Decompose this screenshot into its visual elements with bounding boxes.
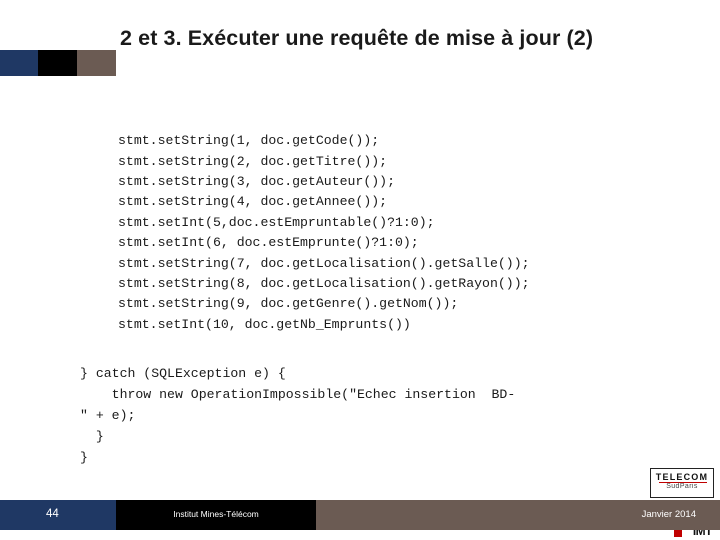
page-title: 2 et 3. Exécuter une requête de mise à j… [120,26,594,50]
footer-date: Janvier 2014 [641,509,696,520]
footer-right-band: Janvier 2014 [316,500,720,530]
logo-bottom-text: SudParis [666,483,698,490]
accent-bar-blue [0,50,38,76]
slide-footer: 44 Institut Mines-Télécom Janvier 2014 [0,500,720,540]
code-block-catch: } catch (SQLException e) { throw new Ope… [80,366,516,466]
slide-number: 44 [46,508,59,520]
code-block-statements: stmt.setString(1, doc.getCode()); stmt.s… [118,133,530,332]
accent-bar-brown [77,50,116,76]
logo-top-text: TELECOM [655,472,709,482]
footer-center-band: Institut Mines-Télécom [116,500,316,530]
footer-left-band: 44 [0,500,116,530]
title-accent-bars [0,50,116,76]
footer-institution: Institut Mines-Télécom [173,509,259,519]
accent-bar-black [38,50,77,76]
slide-header: 2 et 3. Exécuter une requête de mise à j… [0,0,720,92]
telecom-sudparis-logo: TELECOM SudParis [650,468,714,498]
